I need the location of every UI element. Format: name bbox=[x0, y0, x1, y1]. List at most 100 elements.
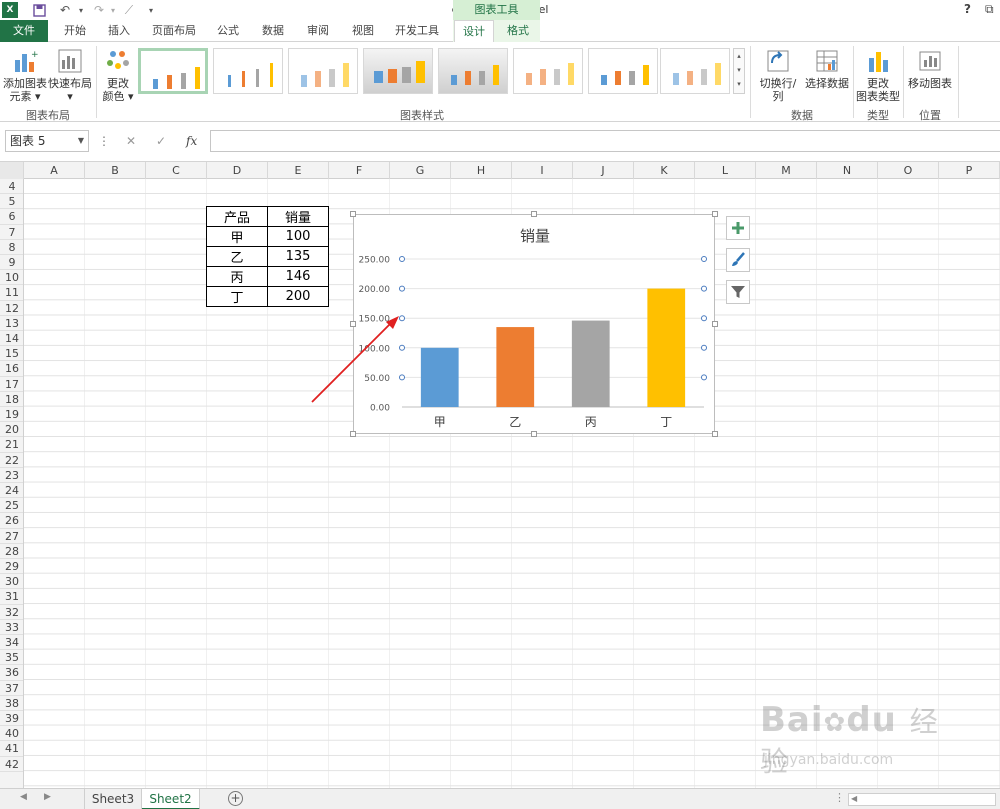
tab-insert[interactable]: 插入 bbox=[99, 20, 139, 42]
table-cell[interactable]: 乙 bbox=[206, 246, 268, 267]
resize-handle-bottom-right[interactable] bbox=[712, 431, 718, 437]
table-cell[interactable]: 146 bbox=[267, 266, 329, 287]
chart-style-8[interactable] bbox=[660, 48, 730, 94]
name-box[interactable]: 图表 5 ▼ bbox=[5, 130, 89, 152]
column-header[interactable]: N bbox=[817, 162, 878, 179]
new-sheet-icon[interactable]: + bbox=[228, 791, 243, 806]
row-header[interactable]: 40 bbox=[0, 726, 23, 742]
insert-function-icon[interactable]: fx bbox=[186, 134, 197, 148]
add-chart-element-button[interactable]: + 添加图表 元素 ▾ bbox=[2, 48, 48, 103]
row-header[interactable]: 13 bbox=[0, 316, 23, 331]
column-header[interactable]: B bbox=[85, 162, 146, 179]
row-header[interactable]: 33 bbox=[0, 620, 23, 635]
cancel-entry-icon[interactable]: ✕ bbox=[126, 134, 136, 148]
row-header[interactable]: 27 bbox=[0, 529, 23, 544]
tab-page-layout[interactable]: 页面布局 bbox=[145, 20, 203, 42]
name-box-dropdown-icon[interactable]: ▼ bbox=[78, 131, 84, 151]
resize-handle-top[interactable] bbox=[531, 211, 537, 217]
table-cell[interactable]: 100 bbox=[267, 226, 329, 247]
prev-sheet-icon[interactable]: ◀ bbox=[20, 792, 27, 802]
column-header[interactable]: C bbox=[146, 162, 207, 179]
row-header[interactable]: 10 bbox=[0, 270, 23, 286]
chart-style-6[interactable] bbox=[513, 48, 583, 94]
row-header[interactable]: 4 bbox=[0, 179, 23, 195]
column-header[interactable]: A bbox=[24, 162, 85, 179]
row-header[interactable]: 38 bbox=[0, 696, 23, 711]
resize-handle-top-right[interactable] bbox=[712, 211, 718, 217]
chart-elements-button[interactable] bbox=[726, 216, 750, 240]
split-handle-icon[interactable]: ⋮ bbox=[834, 791, 845, 804]
row-header[interactable]: 25 bbox=[0, 498, 23, 514]
row-header[interactable]: 17 bbox=[0, 377, 23, 392]
formula-input[interactable] bbox=[210, 130, 1000, 152]
row-header[interactable]: 7 bbox=[0, 225, 23, 240]
tab-data[interactable]: 数据 bbox=[253, 20, 293, 42]
confirm-entry-icon[interactable]: ✓ bbox=[156, 134, 166, 148]
table-cell[interactable]: 丙 bbox=[206, 266, 268, 287]
change-colors-button[interactable]: 更改 颜色 ▾ bbox=[99, 48, 137, 103]
row-header[interactable]: 5 bbox=[0, 194, 23, 210]
tab-format[interactable]: 格式 bbox=[498, 20, 538, 42]
tab-design[interactable]: 设计 bbox=[454, 20, 494, 43]
column-header[interactable]: D bbox=[207, 162, 268, 179]
row-header[interactable]: 24 bbox=[0, 483, 23, 499]
table-cell[interactable]: 甲 bbox=[206, 226, 268, 247]
chart-style-4[interactable] bbox=[363, 48, 433, 94]
row-header[interactable]: 20 bbox=[0, 422, 23, 438]
row-header[interactable]: 15 bbox=[0, 346, 23, 362]
row-header[interactable]: 19 bbox=[0, 407, 23, 423]
tab-view[interactable]: 视图 bbox=[343, 20, 383, 42]
chart-style-1[interactable] bbox=[138, 48, 208, 94]
row-header[interactable]: 31 bbox=[0, 589, 23, 605]
tab-formulas[interactable]: 公式 bbox=[208, 20, 248, 42]
chart-styles-button[interactable] bbox=[726, 248, 750, 272]
more-options-icon[interactable]: ⋮ bbox=[98, 134, 110, 148]
gallery-scroll[interactable]: ▴ ▾ ▾ bbox=[733, 48, 745, 94]
column-header[interactable]: K bbox=[634, 162, 695, 179]
table-header-cell[interactable]: 产品 bbox=[206, 206, 268, 227]
chart-style-7[interactable] bbox=[588, 48, 658, 94]
sheet-tab-sheet3[interactable]: Sheet3 bbox=[84, 789, 142, 809]
row-header[interactable]: 8 bbox=[0, 240, 23, 255]
tab-home[interactable]: 开始 bbox=[55, 20, 95, 42]
column-header[interactable]: H bbox=[451, 162, 512, 179]
column-header[interactable]: I bbox=[512, 162, 573, 179]
row-header[interactable]: 11 bbox=[0, 285, 23, 301]
column-header[interactable]: F bbox=[329, 162, 390, 179]
next-sheet-icon[interactable]: ▶ bbox=[44, 792, 51, 802]
column-header[interactable]: L bbox=[695, 162, 756, 179]
table-header-cell[interactable]: 销量 bbox=[267, 206, 329, 227]
chart-style-2[interactable] bbox=[213, 48, 283, 94]
table-cell[interactable]: 135 bbox=[267, 246, 329, 267]
column-header[interactable]: G bbox=[390, 162, 451, 179]
resize-handle-bottom-left[interactable] bbox=[350, 431, 356, 437]
row-header[interactable]: 39 bbox=[0, 711, 23, 727]
row-header[interactable]: 41 bbox=[0, 741, 23, 757]
row-header[interactable]: 42 bbox=[0, 757, 23, 772]
tab-file[interactable]: 文件 bbox=[0, 20, 48, 42]
row-header[interactable]: 28 bbox=[0, 544, 23, 559]
chart-filters-button[interactable] bbox=[726, 280, 750, 304]
select-all-corner[interactable] bbox=[0, 162, 24, 179]
row-header[interactable]: 9 bbox=[0, 255, 23, 271]
row-header[interactable]: 6 bbox=[0, 209, 23, 225]
row-header[interactable]: 26 bbox=[0, 513, 23, 529]
row-header[interactable]: 35 bbox=[0, 650, 23, 666]
resize-handle-bottom[interactable] bbox=[531, 431, 537, 437]
row-header[interactable]: 29 bbox=[0, 559, 23, 575]
row-header[interactable]: 16 bbox=[0, 361, 23, 377]
sheet-tab-sheet2[interactable]: Sheet2 bbox=[142, 789, 200, 809]
row-header[interactable]: 34 bbox=[0, 635, 23, 651]
quick-layout-button[interactable]: 快速布局 ▾ bbox=[48, 48, 92, 103]
chart-style-5[interactable] bbox=[438, 48, 508, 94]
restore-icon[interactable]: ⧉ bbox=[985, 2, 994, 17]
row-header[interactable]: 23 bbox=[0, 468, 23, 483]
move-chart-button[interactable]: 移动图表 bbox=[906, 48, 954, 90]
resize-handle-right[interactable] bbox=[712, 321, 718, 327]
tab-review[interactable]: 审阅 bbox=[298, 20, 338, 42]
row-header[interactable]: 30 bbox=[0, 574, 23, 590]
row-header[interactable]: 21 bbox=[0, 437, 23, 453]
tab-developer[interactable]: 开发工具 bbox=[388, 20, 446, 42]
switch-row-column-button[interactable]: 切换行/列 bbox=[755, 48, 801, 103]
row-header[interactable]: 14 bbox=[0, 331, 23, 347]
